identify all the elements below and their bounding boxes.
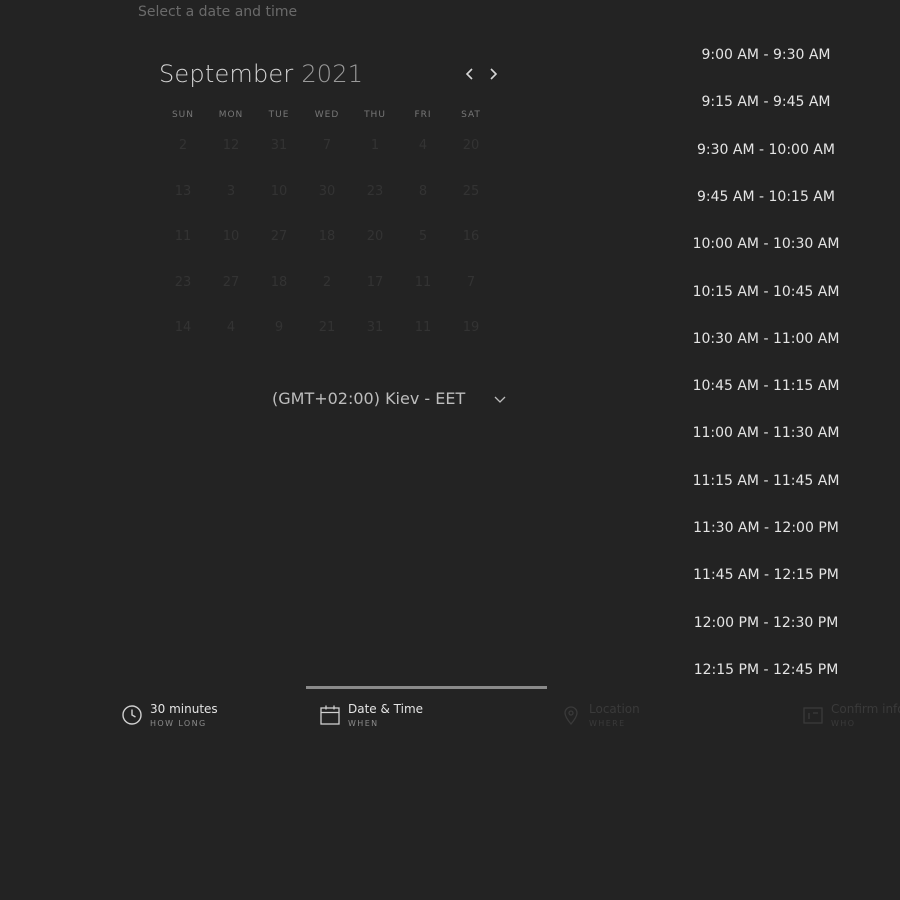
time-slot-button[interactable]: 10:30 AM - 11:00 AM [686,324,846,354]
calendar-day: 11 [174,229,192,244]
time-slot-button[interactable]: 11:15 AM - 11:45 AM [686,466,846,496]
page-subtitle: Select a date and time [138,4,298,20]
calendar-day: 19 [462,320,480,335]
weekday-label: WED [314,110,340,120]
time-slot-button[interactable]: 12:15 PM - 12:45 PM [686,655,846,685]
time-slot-button[interactable]: 12:00 PM - 12:30 PM [686,608,846,638]
step-date-time[interactable]: Date & Time WHEN [319,701,499,733]
step-confirm-info-sub: WHO [831,719,856,728]
calendar-day: 7 [466,274,476,290]
time-slot-button[interactable]: 10:00 AM - 10:30 AM [686,229,846,259]
calendar-day: 5 [418,229,428,244]
chevron-left-icon [465,68,473,80]
calendar-day: 12 [222,138,240,153]
step-confirm-info-title: Confirm info [831,702,900,716]
next-month-button[interactable] [484,64,502,84]
calendar-day: 2 [322,274,332,290]
calendar-day: 27 [222,274,240,290]
calendar-day: 23 [366,183,384,199]
calendar-icon [320,705,340,725]
chevron-down-icon [494,396,506,403]
calendar-day: 1 [370,138,380,153]
calendar-day: 27 [270,229,288,244]
step-location-sub: WHERE [589,719,626,728]
weekday-label: MON [218,110,244,120]
calendar-day: 13 [174,183,192,199]
step-duration-sub: HOW LONG [150,719,207,728]
location-pin-icon [564,706,578,726]
timezone-select[interactable]: (GMT+02:00) Kiev - EET [255,386,515,412]
calendar-day: 11 [414,274,432,290]
month-name: September [159,60,294,88]
calendar-day: 18 [318,229,336,244]
calendar-day: 3 [226,183,236,199]
weekday-label: FRI [414,110,432,120]
calendar-day: 20 [366,229,384,244]
calendar-day: 31 [270,138,288,153]
calendar-day: 9 [274,320,284,335]
calendar-day: 18 [270,274,288,290]
step-confirm-info[interactable]: Confirm info WHO [802,701,900,733]
calendar-day: 17 [366,274,384,290]
calendar-day: 8 [418,183,428,199]
calendar-day: 2 [178,138,188,153]
step-date-time-title: Date & Time [348,702,424,716]
chevron-right-icon [490,68,498,80]
time-slot-button[interactable]: 11:00 AM - 11:30 AM [686,418,846,448]
calendar-day: 21 [318,320,336,335]
time-slot-button[interactable]: 9:45 AM - 10:15 AM [686,182,846,212]
prev-month-button[interactable] [461,64,479,84]
step-duration[interactable]: 30 minutes HOW LONG [121,701,291,733]
weekday-label: THU [364,110,386,120]
step-location-title: Location [589,702,640,716]
calendar-day: 7 [322,138,332,153]
weekday-label: TUE [268,110,290,120]
time-slot-button[interactable]: 10:15 AM - 10:45 AM [686,277,846,307]
calendar-day: 11 [414,320,432,335]
calendar-day: 25 [462,183,480,199]
calendar-day: 16 [462,229,480,244]
time-slot-button[interactable]: 9:15 AM - 9:45 AM [686,87,846,117]
calendar-day: 10 [222,229,240,244]
time-slot-button[interactable]: 9:00 AM - 9:30 AM [686,40,846,70]
step-date-time-sub: WHEN [348,719,379,728]
active-step-indicator [306,686,547,689]
step-duration-title: 30 minutes [150,702,218,716]
time-slot-button[interactable]: 9:30 AM - 10:00 AM [686,135,846,165]
weekday-label: SUN [171,110,195,120]
weekday-label: SAT [461,110,481,120]
calendar-day: 4 [226,320,236,335]
time-slot-button[interactable]: 11:30 AM - 12:00 PM [686,513,846,543]
calendar-day: 31 [366,320,384,335]
calendar-day: 20 [462,138,480,153]
month-title: September 2021 [159,60,363,88]
calendar-grid: 2 12 31 7 1 4 20 13 3 10 30 23 8 25 11 10 27 18 20 5 16 23 27 1… [159,133,495,363]
calendar-day: 10 [270,183,288,199]
clock-icon [122,705,142,725]
time-slot-button[interactable]: 10:45 AM - 11:15 AM [686,371,846,401]
calendar-day: 14 [174,320,192,335]
id-card-icon [803,707,823,724]
month-year: 2021 [301,60,364,88]
time-slot-button[interactable]: 11:45 AM - 12:15 PM [686,560,846,590]
timezone-label: (GMT+02:00) Kiev - EET [272,389,466,408]
calendar-day: 30 [318,183,336,199]
calendar-day: 23 [174,274,192,290]
calendar-day: 4 [418,138,428,153]
step-location[interactable]: Location WHERE [560,701,710,733]
